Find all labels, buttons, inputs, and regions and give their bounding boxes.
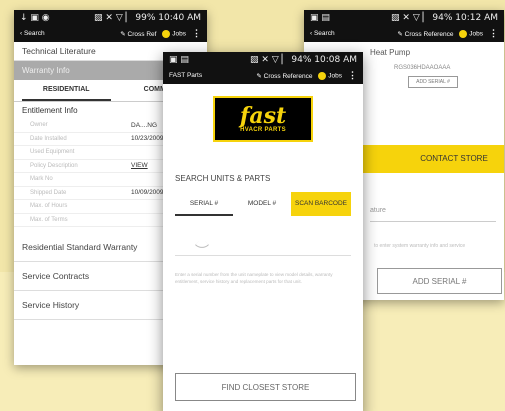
phone-search-screen: ▣ ▤ ▧ ✕ ▽ ▏ 94% 10:08 AM FAST Parts ✎ Cr… <box>163 52 363 411</box>
app-title: FAST Parts <box>169 72 203 79</box>
status-bar: ↓ ▣ ◉ ▧ ✕ ▽ ▏ 99% 10:40 AM <box>14 10 207 25</box>
fast-logo: fast HVACR PARTS <box>213 96 313 142</box>
cross-ref-button[interactable]: ✎ Cross Reference <box>397 30 453 38</box>
cross-ref-label: Cross Reference <box>404 30 454 38</box>
tab-serial[interactable]: SERIAL # <box>175 192 233 216</box>
entitlement-label: Used Equipment <box>30 149 75 156</box>
status-bar: ▣ ▤ ▧ ✕ ▽ ▏ 94% 10:12 AM <box>304 10 504 25</box>
entitlement-label: Shipped Date <box>30 189 67 196</box>
logo-container: fast HVACR PARTS <box>163 96 363 142</box>
pencil-icon: ✎ <box>256 72 262 80</box>
status-icons-right: ▧ ✕ ▽ ▏ 94% <box>250 54 312 65</box>
loading-spinner-icon <box>194 237 210 253</box>
jobs-label: Jobs <box>469 30 483 38</box>
search-tabs: SERIAL # MODEL # SCAN BARCODE <box>175 192 351 216</box>
cross-ref-button[interactable]: ✎ Cross Ref <box>120 30 156 38</box>
status-bar: ▣ ▤ ▧ ✕ ▽ ▏ 94% 10:08 AM <box>163 52 363 67</box>
app-bar: ‹ Search ✎ Cross Reference Jobs ⋮ <box>304 25 504 42</box>
status-icons-right: ▧ ✕ ▽ ▏ 99% <box>94 12 156 23</box>
temperature-field[interactable]: ature <box>370 200 496 222</box>
contact-store-button[interactable]: CONTACT STORE <box>404 145 504 173</box>
jobs-label: Jobs <box>328 72 342 80</box>
status-icons-left: ↓ ▣ ◉ <box>20 12 50 23</box>
jobs-button[interactable]: Jobs <box>318 71 342 80</box>
overflow-menu-icon[interactable]: ⋮ <box>489 28 498 39</box>
back-button[interactable]: ‹ Search <box>310 30 335 37</box>
overflow-menu-icon[interactable]: ⋮ <box>348 70 357 81</box>
entitlement-label: Date Installed <box>30 135 67 142</box>
status-time: 10:08 AM <box>314 54 357 65</box>
status-icons-left: ▣ ▤ <box>310 12 330 23</box>
serial-input[interactable] <box>175 228 351 256</box>
status-icons-left: ▣ ▤ <box>169 54 189 65</box>
pencil-icon: ✎ <box>397 30 403 38</box>
cross-ref-label: Cross Ref <box>127 30 157 38</box>
temperature-field-label: ature <box>370 207 386 214</box>
entitlement-label: Max. of Terms <box>30 216 68 223</box>
tab-residential[interactable]: RESIDENTIAL <box>22 80 111 101</box>
jobs-label: Jobs <box>172 30 186 38</box>
tab-model[interactable]: MODEL # <box>233 192 291 216</box>
logo-tagline: HVACR PARTS <box>240 127 286 133</box>
logo-wordmark: fast <box>239 103 287 129</box>
jobs-icon <box>318 71 327 80</box>
app-bar: ‹ Search ✎ Cross Ref Jobs ⋮ <box>14 25 207 42</box>
search-title: SEARCH UNITS & PARTS <box>175 174 271 183</box>
entitlement-label: Mark No <box>30 176 53 183</box>
app-bar: FAST Parts ✎ Cross Reference Jobs ⋮ <box>163 67 363 84</box>
back-button[interactable]: ‹ Search <box>20 30 45 37</box>
jobs-button[interactable]: Jobs <box>459 29 483 38</box>
jobs-icon <box>459 29 468 38</box>
status-time: 10:40 AM <box>158 12 201 23</box>
entitlement-label: Max. of Hours <box>30 203 68 210</box>
add-serial-small-button[interactable]: ADD SERIAL # <box>408 76 458 88</box>
scan-barcode-button[interactable]: SCAN BARCODE <box>291 192 351 216</box>
jobs-button[interactable]: Jobs <box>162 29 186 38</box>
status-time: 10:12 AM <box>455 12 498 23</box>
search-instructions: Enter a serial number from the unit name… <box>175 272 333 284</box>
cross-ref-button[interactable]: ✎ Cross Reference <box>256 72 312 80</box>
find-closest-store-button[interactable]: FIND CLOSEST STORE <box>175 373 356 401</box>
cross-ref-label: Cross Reference <box>263 72 313 80</box>
jobs-icon <box>162 29 171 38</box>
pencil-icon: ✎ <box>120 30 126 38</box>
entitlement-label: Policy Description <box>30 162 78 169</box>
overflow-menu-icon[interactable]: ⋮ <box>192 28 201 39</box>
entitlement-label: Owner <box>30 122 48 129</box>
status-icons-right: ▧ ✕ ▽ ▏ 94% <box>391 12 453 23</box>
add-serial-button[interactable]: ADD SERIAL # <box>377 268 502 294</box>
hint-text: to enter system warranty info and servic… <box>374 243 466 249</box>
